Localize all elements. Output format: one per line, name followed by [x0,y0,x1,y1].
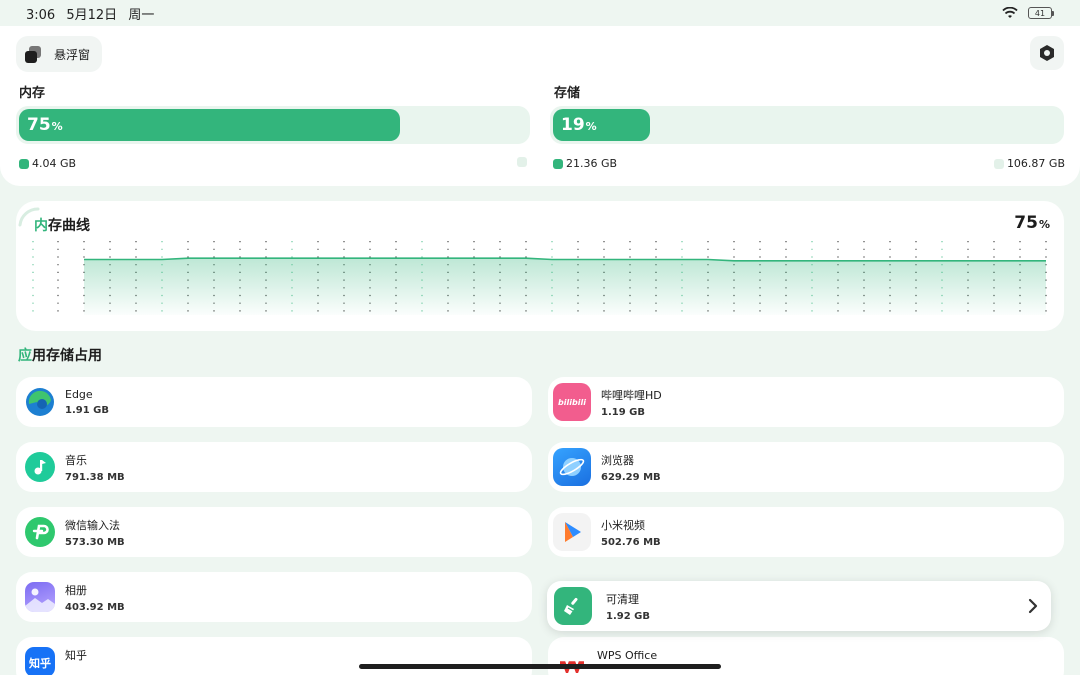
memory-bar-fill: 75% [19,109,400,141]
app-storage-title: 应用存储占用 [18,345,102,365]
memory-curve-current: 75% [1014,213,1050,233]
app-name: 知乎 [65,649,87,662]
app-size: 403.92 MB [65,601,125,613]
memory-free-legend [517,157,527,167]
app-name: WPS Office [597,648,658,662]
zhihu-icon-text: 知乎 [29,657,51,670]
memory-title: 内存 [19,86,46,101]
storage-bar: 19% [550,106,1064,144]
memory-curve-title: 内存曲线 [34,215,90,235]
chevron-right-icon [1028,598,1038,614]
broom-icon [554,587,592,625]
overview-card: 悬浮窗 内存 75% 4.04 GB 存储 19% 21.36 GB 106.8… [0,26,1080,186]
gallery-icon [25,582,55,612]
memory-curve-percent-sign: % [1038,218,1050,231]
app-size: 1.91 GB [65,405,109,416]
floating-window-label: 悬浮窗 [54,47,91,62]
used-legend-dot [553,158,563,169]
app-storage-title-accent: 应 [18,348,32,364]
cleanable-card[interactable]: 可清理 1.92 GB [547,581,1051,631]
app-size: 502.76 MB [601,536,661,548]
app-name: Edge [65,388,93,401]
app-name: 相册 [65,583,87,597]
free-legend-dot [993,158,1004,169]
storage-title: 存储 [554,86,581,101]
cleanable-label: 可清理 [606,592,639,606]
app-row-browser[interactable]: 浏览器 629.29 MB [548,442,1064,492]
zhihu-icon: 知乎 [25,647,55,675]
bilibili-icon: bilibili [553,383,591,421]
app-storage-title-rest: 用存储占用 [32,348,102,364]
mi-video-icon [553,513,591,551]
home-indicator[interactable] [359,664,721,669]
app-row-wechat-input[interactable]: 微信输入法 573.30 MB [16,507,532,557]
memory-bar: 75% [16,106,530,144]
app-size: 629.29 MB [601,471,661,483]
free-legend-dot [517,157,527,167]
memory-used-legend: 4.04 GB [19,157,76,170]
app-row-mi-video[interactable]: 小米视频 502.76 MB [548,507,1064,557]
storage-used-legend: 21.36 GB [553,157,617,170]
app-size: 1.19 GB [601,406,645,418]
storage-percent-sign: % [585,120,597,133]
memory-curve-title-accent: 内 [34,218,48,234]
memory-curve-card: 内存曲线 75% [16,201,1064,331]
app-row-wps[interactable]: WPS Office [548,637,1064,675]
app-name: 音乐 [65,453,87,467]
status-date: 5月12日 [66,7,118,23]
bilibili-icon-text: bilibili [558,397,586,407]
storage-total: 106.87 GB [1006,157,1065,170]
used-legend-dot [19,158,29,169]
app-name: 小米视频 [601,518,645,532]
memory-percent: 75 [27,115,51,135]
status-left: 3:06 5月12日 周一 [26,4,161,23]
wechat-input-icon [25,517,55,547]
status-bar: 3:06 5月12日 周一 41 [0,0,1080,26]
app-row-edge[interactable]: Edge 1.91 GB [16,377,532,427]
music-icon [25,452,55,482]
settings-hexagon-icon [1040,45,1054,61]
memory-percent-sign: % [51,120,63,133]
memory-curve-chart [18,207,1047,315]
edge-icon [25,387,55,417]
memory-curve-area [84,258,1046,315]
memory-curve-percent: 75 [1014,213,1038,233]
storage-total-legend: 106.87 GB [993,157,1065,170]
storage-bar-fill: 19% [553,109,650,141]
app-row-music[interactable]: 音乐 791.38 MB [16,442,532,492]
battery-level: 41 [1034,8,1046,18]
status-weekday: 周一 [128,7,155,23]
wifi-icon [1002,7,1018,18]
browser-icon [553,448,591,486]
battery-icon: 41 [1028,7,1054,19]
floating-window-icon [24,44,44,64]
app-row-bilibili[interactable]: bilibili 哔哩哔哩HD 1.19 GB [548,377,1064,427]
floating-window-button[interactable]: 悬浮窗 [16,36,103,72]
app-size: 791.38 MB [65,471,125,483]
memory-curve-title-rest: 存曲线 [48,218,90,234]
app-name: 微信输入法 [65,518,120,532]
app-size: 573.30 MB [65,536,125,548]
app-name: 哔哩哔哩HD [601,388,662,402]
app-name: 浏览器 [601,453,634,467]
storage-percent: 19 [561,115,585,135]
storage-used: 21.36 GB [566,157,618,170]
cleanable-size: 1.92 GB [606,610,650,622]
app-row-zhihu[interactable]: 知乎 知乎 [16,637,532,675]
app-row-gallery[interactable]: 相册 403.92 MB [16,572,532,622]
settings-button[interactable] [1030,36,1064,70]
status-right: 41 [1002,7,1054,19]
memory-used: 4.04 GB [32,157,77,170]
status-time: 3:06 [26,7,56,23]
